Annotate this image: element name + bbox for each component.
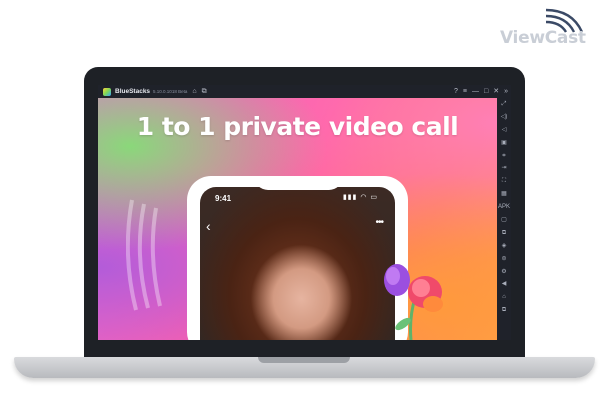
fullscreen-icon[interactable]: ⤢ [497, 98, 511, 111]
back-icon[interactable]: ◀ [497, 278, 511, 291]
recent-apps-icon[interactable]: ⧉ [497, 304, 511, 317]
window-controls: ? ≡ — □ ✕ » [454, 85, 508, 98]
decorative-stripes [126, 199, 162, 311]
settings-icon[interactable]: ⚙ [497, 266, 511, 279]
expand-sidebar-icon[interactable]: » [504, 85, 508, 98]
flower-sticker-icon [384, 264, 443, 340]
back-arrow-icon[interactable]: ‹ [206, 218, 211, 234]
phone-status-icons: ▮▮▮ ◠ ▭ [342, 194, 378, 201]
close-button[interactable]: ✕ [493, 85, 499, 98]
macro-icon[interactable]: ▦ [497, 188, 511, 201]
home-sidebar-icon[interactable]: ⌂ [497, 291, 511, 304]
more-options-icon[interactable]: ••• [375, 217, 383, 228]
bluestacks-logo-icon [103, 87, 111, 96]
phone-time: 9:41 [215, 194, 232, 203]
maximize-button[interactable]: □ [484, 85, 488, 98]
eco-mode-icon[interactable]: ◈ [497, 240, 511, 253]
multi-instance-icon[interactable]: ⧉ [202, 85, 207, 98]
screenshot-icon[interactable]: ⛶ [497, 175, 511, 188]
watermark-text: ViewCast [500, 28, 586, 48]
help-icon[interactable]: ? [454, 85, 458, 98]
menu-icon[interactable]: ≡ [463, 85, 467, 98]
phone-mockup: 9:41 ▮▮▮ ◠ ▭ ‹ ••• [187, 176, 408, 340]
emulator-titlebar: BlueStacks 5.10.0.1018 Beta ⌂ ⧉ ? ≡ — □ … [98, 85, 511, 98]
app-content: 1 to 1 private video call 9:41 ▮▮▮ ◠ ▭ ‹… [98, 98, 497, 340]
app-version: 5.10.0.1018 Beta [153, 89, 188, 94]
import-icon[interactable]: ⇥ [497, 162, 511, 175]
laptop-notch [258, 357, 350, 363]
minimize-button[interactable]: — [472, 85, 479, 98]
app-name: BlueStacks [115, 88, 151, 95]
volume-up-icon[interactable]: ◁) [497, 111, 511, 124]
screen-icon[interactable]: ▣ [497, 137, 511, 150]
viewcast-watermark: ViewCast [500, 6, 594, 52]
emulator-sidebar: ⤢ ◁) ◁ ▣ ⌗ ⇥ ⛶ ▦ APK ▢ ⧉ ◈ ⊜ ⚙ ◀ ⌂ ⧉ [497, 98, 511, 340]
volume-down-icon[interactable]: ◁ [497, 124, 511, 137]
keyboard-icon[interactable]: ⌗ [497, 150, 511, 163]
video-call-preview: 9:41 ▮▮▮ ◠ ▭ ‹ ••• [200, 187, 395, 340]
headline: 1 to 1 private video call [136, 112, 459, 141]
home-icon[interactable]: ⌂ [192, 85, 196, 98]
multi-instance-sidebar-icon[interactable]: ⧉ [497, 227, 511, 240]
phone-notch [254, 176, 343, 190]
folder-icon[interactable]: ▢ [497, 214, 511, 227]
sync-icon[interactable]: ⊜ [497, 253, 511, 266]
install-apk-icon[interactable]: APK [497, 201, 511, 214]
emulator-window: BlueStacks 5.10.0.1018 Beta ⌂ ⧉ ? ≡ — □ … [98, 85, 511, 340]
